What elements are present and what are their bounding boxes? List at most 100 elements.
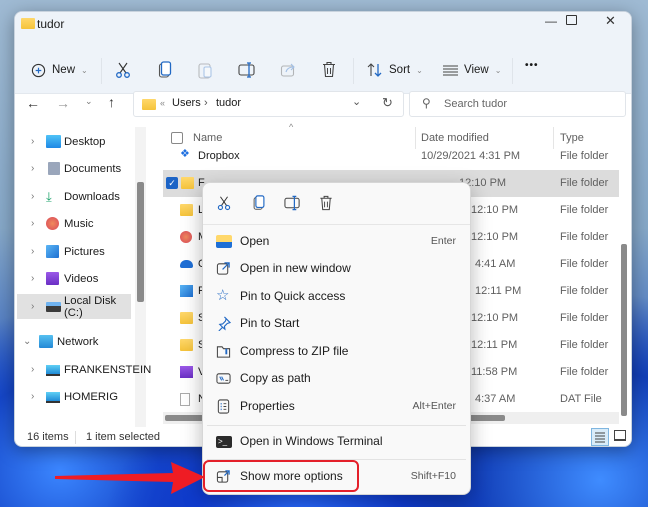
breadcrumb-tudor[interactable]: tudor [216,97,241,109]
sidebar-item-videos[interactable]: › Videos [15,266,133,291]
menu-separator [207,425,466,426]
copy-button[interactable] [158,61,172,82]
plus-circle-icon [31,63,46,77]
file-type: File folder [560,366,609,378]
menu-item-compress-zip[interactable]: Compress to ZIP file [207,338,466,365]
sort-label: Sort [389,64,411,76]
forward-button[interactable]: → [56,95,70,111]
menu-item-copy-path[interactable]: Copy as path [207,365,466,392]
menu-item-pin-start[interactable]: Pin to Start [207,310,466,337]
folder-icon [180,312,193,324]
search-box[interactable]: ⚲ Search tudor [409,91,626,117]
sidebar-item-pictures[interactable]: › Pictures [15,239,133,264]
file-type: File folder [560,339,609,351]
breadcrumb-users[interactable]: Users [172,97,201,109]
menu-item-label: Properties [240,399,295,413]
sidebar-item-network[interactable]: ⌄ Network [15,329,133,354]
sidebar-item-downloads[interactable]: › ⤓ Downloads [15,184,133,209]
menu-item-shortcut: Enter [430,235,456,247]
file-row[interactable]: ❖ Dropbox 10/29/2021 4:31 PM File folder [163,143,619,170]
address-bar[interactable]: « Users › tudor ⌄ ↻ [133,91,404,117]
videos-icon [46,272,59,285]
file-type: File folder [560,285,609,297]
computer-icon [46,392,60,403]
rename-button[interactable] [284,195,300,211]
zip-icon [216,344,232,360]
cut-button[interactable] [115,61,131,82]
sidebar-item-label: Pictures [64,245,105,258]
recent-locations-button[interactable]: ⌄ [85,96,93,107]
sidebar-item-label: Local Disk (C:) [64,294,117,319]
chevron-right-icon[interactable]: › [31,218,34,229]
chevron-right-icon[interactable]: › [31,364,34,375]
chevron-right-icon[interactable]: › [31,136,34,147]
rename-button[interactable] [238,62,256,81]
annotation-highlight-box [203,460,359,492]
sort-ascending-icon: ^ [289,122,294,132]
chevron-right-icon[interactable]: › [31,191,34,202]
folder-icon [21,18,35,29]
delete-button[interactable] [322,61,336,81]
menu-item-windows-terminal[interactable]: >_ Open in Windows Terminal [207,428,466,455]
tiles-view-button[interactable] [614,430,626,441]
chevron-right-icon[interactable]: › [31,391,34,402]
menu-item-label: Pin to Start [240,316,300,330]
sidebar-item-label: Documents [64,162,122,175]
view-button[interactable]: View ⌄ [443,46,501,94]
minimize-button[interactable]: — [545,14,557,28]
sidebar-item-local-disk[interactable]: › Local Disk (C:) [17,294,131,319]
file-date: 12:10 PM [471,312,519,324]
maximize-button[interactable] [566,15,577,25]
paste-button[interactable] [198,61,212,82]
chevron-right-icon[interactable]: › [31,273,34,284]
menu-item-label: Copy as path [240,371,311,385]
menu-item-label: Open in new window [240,261,351,275]
sidebar-item-music[interactable]: › Music [15,211,133,236]
file-list-scrollbar[interactable] [621,244,627,416]
open-folder-icon [216,235,232,248]
sidebar-item-homerig[interactable]: › HOMERIG [15,384,133,409]
folder-icon [181,177,194,189]
copy-button[interactable] [252,195,268,211]
sidebar-item-label: Music [64,217,94,230]
chevron-down-icon[interactable]: ⌄ [23,336,31,347]
more-options-button[interactable]: ••• [525,60,539,71]
sort-icon [367,63,382,77]
breadcrumb-overflow[interactable]: « [160,98,165,108]
menu-item-pin-quick-access[interactable]: ☆ Pin to Quick access [207,283,466,310]
up-button[interactable]: ↑ [108,94,115,110]
cut-button[interactable] [216,195,232,211]
chevron-right-icon[interactable]: › [31,163,34,174]
file-name: Dropbox [198,150,240,162]
sidebar-item-label: Desktop [64,135,106,148]
menu-item-shortcut: Alt+Enter [412,400,456,412]
sidebar-item-documents[interactable]: › Documents [15,156,133,181]
sidebar-item-frankenstein[interactable]: › FRANKENSTEIN [15,357,151,382]
chevron-right-icon[interactable]: › [31,301,34,312]
share-button[interactable] [280,62,296,81]
menu-item-open[interactable]: Open Enter [207,228,466,255]
chevron-down-icon: ⌄ [416,65,423,75]
address-dropdown-icon[interactable]: ⌄ [352,95,361,108]
details-view-button[interactable] [591,428,609,446]
divider [101,58,102,84]
menu-item-properties[interactable]: Properties Alt+Enter [207,393,466,420]
chevron-down-icon: ⌄ [494,65,502,75]
close-button[interactable]: ✕ [605,13,616,29]
search-placeholder[interactable]: Search tudor [444,98,507,110]
row-checkbox-checked[interactable]: ✓ [166,177,178,189]
copy-icon [253,195,265,210]
rename-icon [284,195,300,211]
new-button[interactable]: New ⌄ [31,46,88,94]
sidebar-item-desktop[interactable]: › Desktop [15,129,133,154]
delete-button[interactable] [319,195,335,211]
chevron-right-icon[interactable]: › [31,246,34,257]
divider [512,58,513,84]
menu-item-open-new-window[interactable]: Open in new window [207,255,466,282]
sort-button[interactable]: Sort ⌄ [367,46,423,94]
context-menu-quick-actions [203,183,470,225]
back-button[interactable]: ← [26,95,40,111]
downloads-icon: ⤓ [46,189,52,204]
menu-item-label: Compress to ZIP file [240,344,349,358]
refresh-icon[interactable]: ↻ [382,95,393,111]
